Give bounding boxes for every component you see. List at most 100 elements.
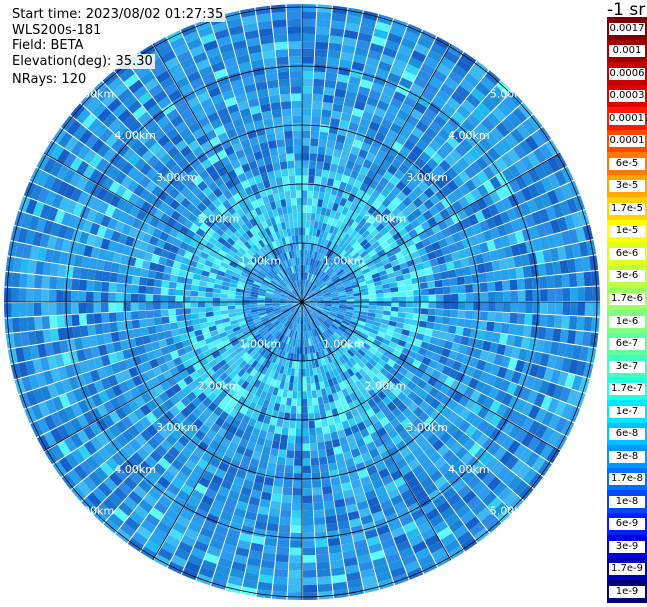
range-gate-cell [314, 524, 327, 533]
range-gate-cell [390, 311, 399, 317]
range-gate-cell [315, 41, 329, 50]
range-gate-cell [287, 26, 302, 35]
range-gate-cell [318, 449, 327, 458]
range-gate-cell [302, 190, 308, 198]
range-gate-cell [302, 227, 306, 236]
range-gate-cell [312, 198, 318, 207]
range-gate-cell [286, 397, 292, 406]
colorbar-swatch: 6e-9 [607, 512, 647, 536]
range-gate-cell [292, 383, 298, 392]
range-gate-cell [272, 162, 281, 171]
range-gate-cell [302, 71, 314, 79]
range-gate-cell [314, 419, 322, 428]
range-gate-cell [308, 420, 316, 429]
range-gate-cell [329, 118, 341, 127]
range-gate-cell [469, 264, 479, 275]
range-gate-cell [86, 313, 95, 325]
range-gate-cell [102, 322, 111, 334]
range-gate-cell [294, 235, 299, 243]
range-gate-cell [191, 279, 200, 286]
range-gate-cell [404, 318, 413, 325]
range-gate-cell [289, 220, 294, 229]
range-gate-cell [450, 293, 459, 302]
range-gate-cell [274, 561, 289, 570]
range-gate-cell [537, 263, 547, 277]
range-gate-cell [227, 298, 236, 302]
range-gate-cell [162, 323, 171, 332]
range-gate-cell [293, 473, 302, 481]
range-gate-cell [4, 287, 12, 302]
range-gate-cell [305, 220, 311, 228]
range-gate-cell [494, 312, 503, 323]
range-gate-cell [330, 431, 339, 441]
range-gate-cell [284, 465, 294, 474]
range-gate-cell [450, 302, 459, 310]
range-gate-cell [324, 79, 337, 89]
range-gate-cell [302, 108, 312, 116]
range-gate-cell [324, 440, 333, 450]
range-gate-cell [310, 457, 320, 466]
range-gate-cell [293, 145, 302, 154]
range-gate-cell [267, 170, 276, 180]
range-gate-cell [425, 274, 435, 282]
range-gate-cell [72, 326, 82, 339]
range-gate-cell [41, 289, 50, 302]
range-gate-cell [317, 583, 333, 593]
range-gate-cell [94, 323, 104, 335]
range-gate-cell [271, 109, 282, 119]
range-gate-cell [443, 294, 451, 302]
range-gate-cell [310, 123, 321, 132]
range-gate-cell [296, 190, 302, 198]
range-gate-cell [85, 291, 94, 302]
range-gate-cell [220, 306, 228, 311]
range-gate-cell [390, 286, 399, 293]
range-gate-cell [291, 197, 297, 206]
range-gate-cell [283, 123, 293, 132]
range-gate-cell [275, 176, 283, 186]
range-gate-cell [502, 291, 511, 302]
range-gate-cell [320, 176, 328, 186]
range-gate-cell [540, 289, 548, 302]
range-gate-cell [130, 293, 139, 302]
colorbar-swatch: 3e-5 [607, 174, 647, 198]
range-gate-cell [140, 268, 149, 278]
range-gate-cell [167, 302, 176, 310]
range-gate-cell [293, 376, 299, 384]
range-gate-cell [302, 540, 315, 548]
range-gate-cell [327, 417, 335, 426]
colorbar-tick-label: 1e-6 [609, 315, 645, 328]
range-gate-cell [302, 123, 311, 131]
range-gate-cell [592, 302, 600, 317]
range-gate-cell [264, 125, 275, 135]
range-gate-cell [167, 295, 176, 302]
range-gate-cell [71, 278, 80, 291]
range-gate-cell [328, 170, 337, 180]
colorbar-swatch: 0.0017 [607, 17, 647, 41]
range-gate-cell [502, 280, 511, 291]
range-gate-cell [292, 495, 302, 504]
colorbar-tick-label: 3e-8 [609, 450, 645, 463]
range-gate-cell [287, 435, 295, 444]
range-gate-cell [361, 294, 369, 299]
range-gate-cell [449, 317, 458, 326]
range-gate-cell [376, 297, 384, 302]
range-gate-cell [288, 428, 296, 436]
range-gate-cell [311, 205, 317, 214]
range-gate-cell [274, 41, 288, 51]
range-gate-cell [323, 87, 336, 96]
range-gate-cell [517, 290, 526, 302]
range-gate-cell [79, 267, 89, 280]
range-gate-cell [289, 554, 302, 563]
range-gate-cell [472, 310, 481, 321]
ppi-scan-display[interactable]: 1.00km 1.00km1.00km 1.00km2.00km 2.00km2.00… [0, 0, 607, 607]
range-gate-cell [317, 396, 324, 405]
range-gate-cell [170, 267, 180, 276]
range-gate-cell [190, 302, 198, 308]
range-gate-cell [326, 140, 336, 149]
range-gate-cell [569, 302, 578, 316]
range-gate-cell [41, 316, 51, 330]
range-gate-cell [447, 269, 457, 279]
range-gate-cell [302, 11, 317, 20]
range-gate-cell [63, 314, 73, 327]
range-gate-cell [315, 168, 323, 177]
